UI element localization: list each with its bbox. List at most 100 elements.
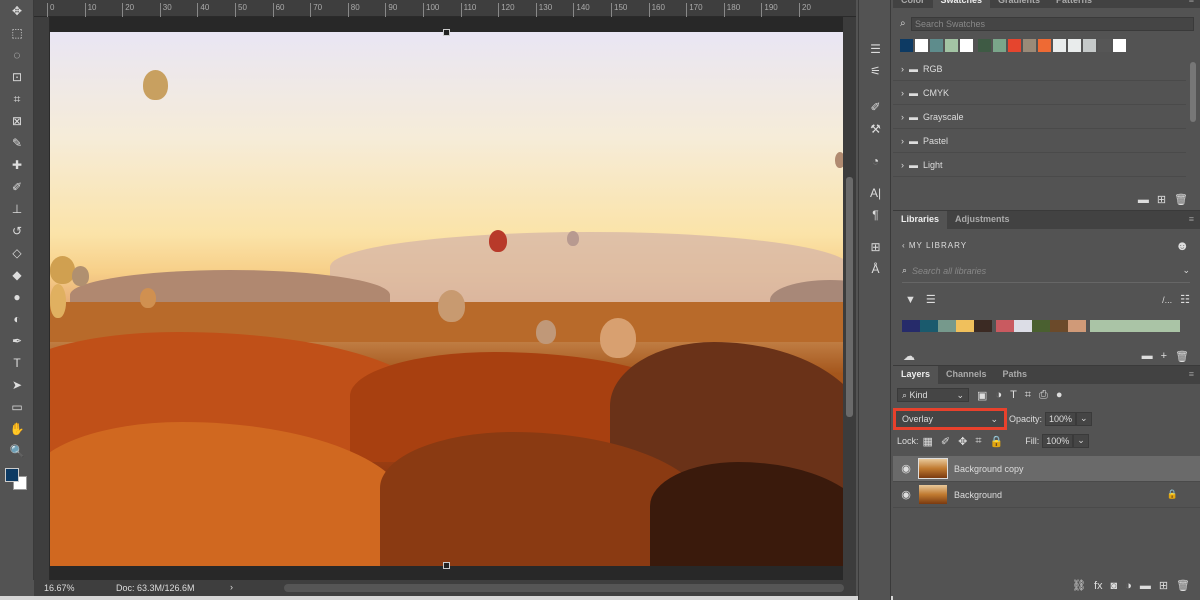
eraser-tool[interactable]: ◇ <box>0 242 34 264</box>
path-select-tool[interactable]: ➤ <box>0 374 34 396</box>
transform-handle-top[interactable] <box>443 29 450 36</box>
tab-gradients[interactable]: Gradients <box>990 0 1048 8</box>
swatch[interactable] <box>1008 39 1021 52</box>
swatch-group-pastel[interactable]: › ▬ Pastel <box>893 129 1186 153</box>
lock-transparent-icon[interactable]: ▦ <box>923 435 933 448</box>
swatch[interactable] <box>1068 39 1081 52</box>
new-layer-icon[interactable]: ⊞ <box>1159 579 1168 592</box>
swatch[interactable] <box>1083 39 1096 52</box>
library-color[interactable] <box>996 320 1014 332</box>
lock-icon[interactable]: 🔒 <box>1167 489 1178 500</box>
lock-pixels-icon[interactable]: ✐ <box>941 435 950 448</box>
search-swatches-input[interactable]: Search Swatches <box>911 17 1194 31</box>
swatch-group-grayscale[interactable]: › ▬ Grayscale <box>893 105 1186 129</box>
back-chevron-icon[interactable]: ‹ <box>902 241 909 250</box>
new-swatch-icon[interactable]: ⊞ <box>1157 193 1166 206</box>
frame-tool[interactable]: ⊠ <box>0 110 34 132</box>
adjustment-filter-icon[interactable]: ◑ <box>995 389 1002 401</box>
swatch[interactable] <box>945 39 958 52</box>
library-color[interactable] <box>1032 320 1050 332</box>
tab-adjustments[interactable]: Adjustments <box>947 211 1018 229</box>
smart-object-filter-icon[interactable]: ⎙ <box>1039 389 1048 402</box>
zoom-level[interactable]: 16.67% <box>44 583 75 593</box>
panel-menu-icon[interactable]: ≡ <box>1183 0 1200 8</box>
foreground-color-swatch[interactable] <box>5 468 19 482</box>
swatch[interactable] <box>960 39 973 52</box>
layer-name[interactable]: Background <box>954 490 1002 500</box>
pixel-filter-icon[interactable]: ▣ <box>977 389 987 402</box>
swatch-group-rgb[interactable]: › ▬ RGB <box>893 57 1186 81</box>
type-filter-icon[interactable]: T <box>1010 389 1017 401</box>
paint-bucket-tool[interactable]: ◆ <box>0 264 34 286</box>
tab-swatches[interactable]: Swatches <box>933 0 991 8</box>
swatch[interactable] <box>993 39 1006 52</box>
visibility-eye-icon[interactable]: ◉ <box>893 488 919 501</box>
fill-dropdown[interactable]: ⌄ <box>1073 434 1089 448</box>
folder-icon[interactable]: ▬ <box>1142 350 1153 362</box>
character-styles-icon[interactable]: ⊞ <box>859 236 892 258</box>
fx-icon[interactable]: fx <box>1094 580 1103 592</box>
search-libraries-input[interactable]: ⌕ Search all libraries ⌄ <box>902 265 1190 283</box>
layer-row[interactable]: ◉ Background 🔒 <box>893 482 1200 508</box>
scrollbar-thumb[interactable] <box>846 177 853 417</box>
character-icon[interactable]: A| <box>859 182 892 204</box>
panel-menu-icon[interactable]: ≡ <box>1183 366 1200 384</box>
sort-icon[interactable]: ☰ <box>926 293 936 306</box>
lock-position-icon[interactable]: ✥ <box>958 435 967 448</box>
swatch-group-cmyk[interactable]: › ▬ CMYK <box>893 81 1186 105</box>
list-view-icon[interactable]: ☷ <box>1180 293 1190 306</box>
opacity-dropdown[interactable]: ⌄ <box>1076 412 1092 426</box>
tab-paths[interactable]: Paths <box>995 366 1036 384</box>
horizontal-scrollbar[interactable] <box>284 584 844 592</box>
new-group-icon[interactable]: ▬ <box>1138 194 1149 206</box>
brushes-icon[interactable]: ⚒ <box>859 118 892 140</box>
tab-patterns[interactable]: Patterns <box>1048 0 1100 8</box>
filter-icon[interactable]: ▼ <box>905 294 916 306</box>
library-color[interactable] <box>1090 320 1180 332</box>
lock-artboard-icon[interactable]: ⌗ <box>975 435 981 448</box>
marquee-tool[interactable]: ⬚ <box>0 22 34 44</box>
swatch[interactable] <box>915 39 928 52</box>
delete-icon[interactable]: 🗑 <box>1174 193 1188 206</box>
clone-stamp-tool[interactable]: ⊥ <box>0 198 34 220</box>
adjustments-icon[interactable]: ⚟ <box>859 60 892 82</box>
add-mask-icon[interactable]: ◙ <box>1111 580 1118 592</box>
blend-mode-select[interactable]: Overlay⌄ <box>893 408 1007 430</box>
crop-tool[interactable]: ⌗ <box>0 88 34 110</box>
glyphs-icon[interactable]: Å <box>859 258 892 280</box>
swatch[interactable] <box>1023 39 1036 52</box>
fill-input[interactable]: 100% <box>1042 434 1073 448</box>
dodge-tool[interactable]: ◐ <box>0 308 34 330</box>
blur-tool[interactable]: ● <box>0 286 34 308</box>
swatch[interactable] <box>900 39 913 52</box>
swatch-group-light[interactable]: › ▬ Light <box>893 153 1186 177</box>
vertical-scrollbar[interactable] <box>843 17 856 580</box>
library-color[interactable] <box>974 320 992 332</box>
delete-icon[interactable]: 🗑 <box>1175 350 1189 363</box>
paragraph-icon[interactable]: ¶ <box>859 204 892 226</box>
library-color[interactable] <box>1050 320 1068 332</box>
tab-channels[interactable]: Channels <box>938 366 995 384</box>
eyedropper-tool[interactable]: ✎ <box>0 132 34 154</box>
swatch[interactable] <box>1038 39 1051 52</box>
lock-all-icon[interactable]: 🔒 <box>990 435 1004 448</box>
filter-toggle-icon[interactable]: ● <box>1056 389 1063 401</box>
tab-layers[interactable]: Layers <box>893 366 938 384</box>
transform-handle-bottom[interactable] <box>443 562 450 569</box>
add-user-icon[interactable]: ☻ <box>1175 238 1190 253</box>
new-adjustment-icon[interactable]: ◑ <box>1125 580 1132 592</box>
delete-layer-icon[interactable]: 🗑 <box>1176 579 1190 592</box>
rectangle-tool[interactable]: ▭ <box>0 396 34 418</box>
library-color[interactable] <box>938 320 956 332</box>
document-image[interactable] <box>50 32 843 566</box>
filter-kind-select[interactable]: ⌕ Kind⌄ <box>897 388 969 402</box>
more-button[interactable]: /... <box>1162 295 1172 305</box>
layer-row[interactable]: ◉Background copy <box>893 456 1200 482</box>
library-color[interactable] <box>920 320 938 332</box>
layer-name[interactable]: Background copy <box>954 464 1024 474</box>
library-color[interactable] <box>956 320 974 332</box>
quick-select-tool[interactable]: ⊡ <box>0 66 34 88</box>
swatch[interactable] <box>1098 39 1111 52</box>
new-group-icon[interactable]: ▬ <box>1140 580 1151 592</box>
opacity-input[interactable]: 100% <box>1045 412 1076 426</box>
